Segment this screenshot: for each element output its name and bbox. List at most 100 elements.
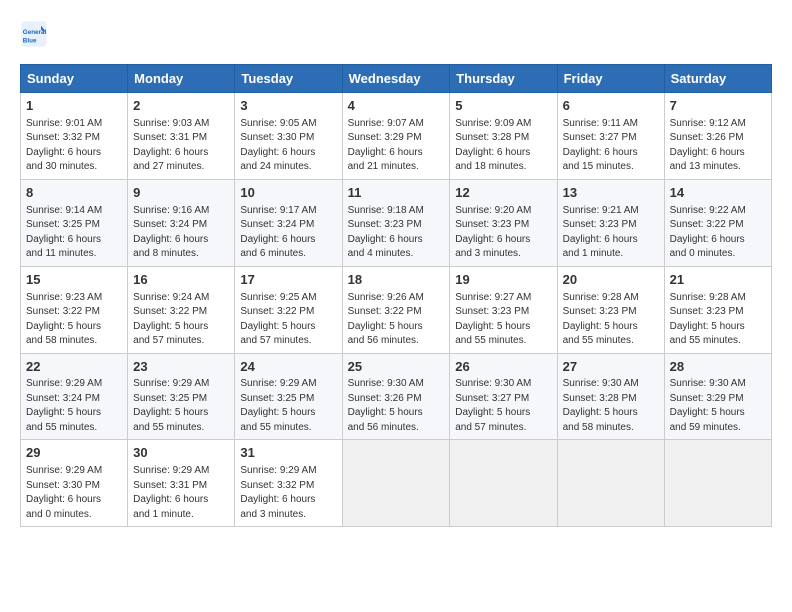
calendar-cell: 20Sunrise: 9:28 AMSunset: 3:23 PMDayligh… — [557, 266, 664, 353]
day-number: 28 — [670, 358, 766, 377]
calendar-week-4: 22Sunrise: 9:29 AMSunset: 3:24 PMDayligh… — [21, 353, 772, 440]
svg-text:Blue: Blue — [23, 37, 37, 44]
day-info: Sunrise: 9:30 AMSunset: 3:29 PMDaylight:… — [670, 377, 766, 435]
calendar-week-1: 1Sunrise: 9:01 AMSunset: 3:32 PMDaylight… — [21, 93, 772, 180]
calendar-cell — [557, 440, 664, 527]
day-info: Sunrise: 9:17 AMSunset: 3:24 PMDaylight:… — [240, 204, 336, 262]
col-header-tuesday: Tuesday — [235, 65, 342, 93]
day-number: 16 — [133, 271, 229, 290]
day-number: 24 — [240, 358, 336, 377]
day-info: Sunrise: 9:30 AMSunset: 3:27 PMDaylight:… — [455, 377, 551, 435]
day-number: 3 — [240, 97, 336, 116]
calendar-week-5: 29Sunrise: 9:29 AMSunset: 3:30 PMDayligh… — [21, 440, 772, 527]
day-info: Sunrise: 9:07 AMSunset: 3:29 PMDaylight:… — [348, 117, 445, 175]
calendar-cell: 17Sunrise: 9:25 AMSunset: 3:22 PMDayligh… — [235, 266, 342, 353]
calendar-cell: 22Sunrise: 9:29 AMSunset: 3:24 PMDayligh… — [21, 353, 128, 440]
day-number: 27 — [563, 358, 659, 377]
day-info: Sunrise: 9:11 AMSunset: 3:27 PMDaylight:… — [563, 117, 659, 175]
col-header-saturday: Saturday — [664, 65, 771, 93]
day-number: 21 — [670, 271, 766, 290]
day-info: Sunrise: 9:09 AMSunset: 3:28 PMDaylight:… — [455, 117, 551, 175]
calendar-week-3: 15Sunrise: 9:23 AMSunset: 3:22 PMDayligh… — [21, 266, 772, 353]
day-info: Sunrise: 9:22 AMSunset: 3:22 PMDaylight:… — [670, 204, 766, 262]
day-number: 7 — [670, 97, 766, 116]
day-number: 10 — [240, 184, 336, 203]
calendar-cell: 2Sunrise: 9:03 AMSunset: 3:31 PMDaylight… — [128, 93, 235, 180]
day-info: Sunrise: 9:28 AMSunset: 3:23 PMDaylight:… — [563, 291, 659, 349]
calendar-cell: 30Sunrise: 9:29 AMSunset: 3:31 PMDayligh… — [128, 440, 235, 527]
day-info: Sunrise: 9:26 AMSunset: 3:22 PMDaylight:… — [348, 291, 445, 349]
calendar-cell: 11Sunrise: 9:18 AMSunset: 3:23 PMDayligh… — [342, 179, 450, 266]
day-number: 22 — [26, 358, 122, 377]
day-info: Sunrise: 9:27 AMSunset: 3:23 PMDaylight:… — [455, 291, 551, 349]
day-number: 30 — [133, 444, 229, 463]
day-info: Sunrise: 9:21 AMSunset: 3:23 PMDaylight:… — [563, 204, 659, 262]
calendar-cell: 4Sunrise: 9:07 AMSunset: 3:29 PMDaylight… — [342, 93, 450, 180]
col-header-monday: Monday — [128, 65, 235, 93]
day-info: Sunrise: 9:23 AMSunset: 3:22 PMDaylight:… — [26, 291, 122, 349]
day-number: 1 — [26, 97, 122, 116]
day-info: Sunrise: 9:14 AMSunset: 3:25 PMDaylight:… — [26, 204, 122, 262]
col-header-friday: Friday — [557, 65, 664, 93]
day-number: 6 — [563, 97, 659, 116]
day-number: 5 — [455, 97, 551, 116]
calendar-cell: 29Sunrise: 9:29 AMSunset: 3:30 PMDayligh… — [21, 440, 128, 527]
day-number: 12 — [455, 184, 551, 203]
calendar-cell: 1Sunrise: 9:01 AMSunset: 3:32 PMDaylight… — [21, 93, 128, 180]
calendar-cell: 9Sunrise: 9:16 AMSunset: 3:24 PMDaylight… — [128, 179, 235, 266]
day-info: Sunrise: 9:03 AMSunset: 3:31 PMDaylight:… — [133, 117, 229, 175]
day-number: 17 — [240, 271, 336, 290]
day-number: 23 — [133, 358, 229, 377]
day-number: 4 — [348, 97, 445, 116]
day-info: Sunrise: 9:29 AMSunset: 3:31 PMDaylight:… — [133, 464, 229, 522]
day-number: 11 — [348, 184, 445, 203]
day-info: Sunrise: 9:29 AMSunset: 3:25 PMDaylight:… — [240, 377, 336, 435]
day-number: 13 — [563, 184, 659, 203]
logo-icon: General Blue — [20, 20, 48, 48]
day-number: 2 — [133, 97, 229, 116]
day-number: 31 — [240, 444, 336, 463]
logo: General Blue — [20, 20, 52, 48]
col-header-sunday: Sunday — [21, 65, 128, 93]
col-header-thursday: Thursday — [450, 65, 557, 93]
calendar-header-row: SundayMondayTuesdayWednesdayThursdayFrid… — [21, 65, 772, 93]
day-info: Sunrise: 9:29 AMSunset: 3:24 PMDaylight:… — [26, 377, 122, 435]
calendar-cell: 12Sunrise: 9:20 AMSunset: 3:23 PMDayligh… — [450, 179, 557, 266]
calendar-cell: 27Sunrise: 9:30 AMSunset: 3:28 PMDayligh… — [557, 353, 664, 440]
day-info: Sunrise: 9:18 AMSunset: 3:23 PMDaylight:… — [348, 204, 445, 262]
calendar-cell: 6Sunrise: 9:11 AMSunset: 3:27 PMDaylight… — [557, 93, 664, 180]
day-number: 18 — [348, 271, 445, 290]
calendar-cell: 21Sunrise: 9:28 AMSunset: 3:23 PMDayligh… — [664, 266, 771, 353]
day-info: Sunrise: 9:01 AMSunset: 3:32 PMDaylight:… — [26, 117, 122, 175]
day-info: Sunrise: 9:29 AMSunset: 3:30 PMDaylight:… — [26, 464, 122, 522]
calendar-cell: 7Sunrise: 9:12 AMSunset: 3:26 PMDaylight… — [664, 93, 771, 180]
calendar-cell: 24Sunrise: 9:29 AMSunset: 3:25 PMDayligh… — [235, 353, 342, 440]
calendar-cell: 23Sunrise: 9:29 AMSunset: 3:25 PMDayligh… — [128, 353, 235, 440]
calendar-cell: 13Sunrise: 9:21 AMSunset: 3:23 PMDayligh… — [557, 179, 664, 266]
day-info: Sunrise: 9:29 AMSunset: 3:32 PMDaylight:… — [240, 464, 336, 522]
day-number: 20 — [563, 271, 659, 290]
calendar-cell — [664, 440, 771, 527]
calendar-cell: 25Sunrise: 9:30 AMSunset: 3:26 PMDayligh… — [342, 353, 450, 440]
day-info: Sunrise: 9:05 AMSunset: 3:30 PMDaylight:… — [240, 117, 336, 175]
day-info: Sunrise: 9:16 AMSunset: 3:24 PMDaylight:… — [133, 204, 229, 262]
day-info: Sunrise: 9:12 AMSunset: 3:26 PMDaylight:… — [670, 117, 766, 175]
calendar-cell: 19Sunrise: 9:27 AMSunset: 3:23 PMDayligh… — [450, 266, 557, 353]
day-info: Sunrise: 9:25 AMSunset: 3:22 PMDaylight:… — [240, 291, 336, 349]
calendar-cell: 5Sunrise: 9:09 AMSunset: 3:28 PMDaylight… — [450, 93, 557, 180]
calendar-cell — [342, 440, 450, 527]
calendar-cell: 10Sunrise: 9:17 AMSunset: 3:24 PMDayligh… — [235, 179, 342, 266]
calendar-cell: 15Sunrise: 9:23 AMSunset: 3:22 PMDayligh… — [21, 266, 128, 353]
day-number: 19 — [455, 271, 551, 290]
calendar-cell: 28Sunrise: 9:30 AMSunset: 3:29 PMDayligh… — [664, 353, 771, 440]
day-number: 8 — [26, 184, 122, 203]
calendar-cell: 8Sunrise: 9:14 AMSunset: 3:25 PMDaylight… — [21, 179, 128, 266]
day-number: 15 — [26, 271, 122, 290]
day-number: 9 — [133, 184, 229, 203]
day-info: Sunrise: 9:30 AMSunset: 3:26 PMDaylight:… — [348, 377, 445, 435]
calendar-cell: 14Sunrise: 9:22 AMSunset: 3:22 PMDayligh… — [664, 179, 771, 266]
day-number: 29 — [26, 444, 122, 463]
day-info: Sunrise: 9:28 AMSunset: 3:23 PMDaylight:… — [670, 291, 766, 349]
col-header-wednesday: Wednesday — [342, 65, 450, 93]
calendar-cell: 26Sunrise: 9:30 AMSunset: 3:27 PMDayligh… — [450, 353, 557, 440]
